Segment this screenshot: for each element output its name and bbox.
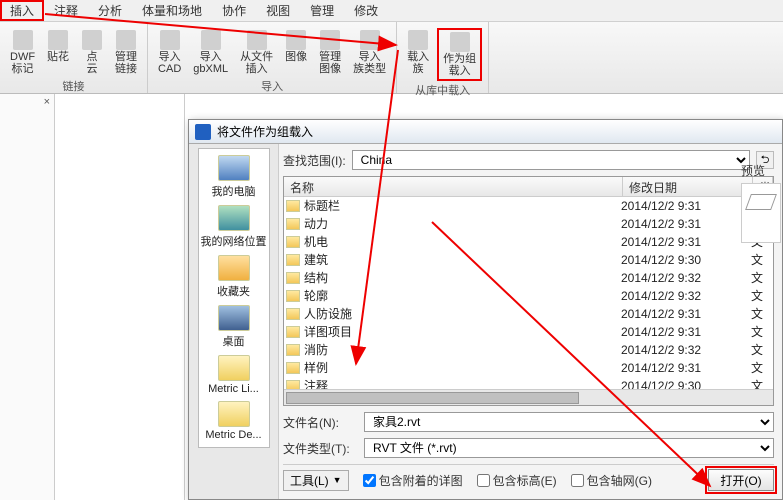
folder-icon <box>286 344 300 356</box>
ribbon-icon <box>286 30 306 50</box>
properties-panel: × <box>0 94 55 500</box>
chk-levels[interactable]: 包含标高(E) <box>477 472 557 489</box>
col-date[interactable]: 修改日期 <box>623 177 753 196</box>
place-item[interactable]: Metric De... <box>199 399 269 443</box>
filetype-label: 文件类型(T): <box>283 440 358 457</box>
folder-row[interactable]: 消防2014/12/2 9:32文 <box>284 341 773 359</box>
place-item[interactable]: 我的网络位置 <box>199 203 269 251</box>
folder-row[interactable]: 建筑2014/12/2 9:30文 <box>284 251 773 269</box>
ribbon-btn[interactable]: 导入 族类型 <box>349 28 390 77</box>
places-bar: 我的电脑我的网络位置收藏夹桌面Metric Li...Metric De... <box>189 144 279 499</box>
menu-视图[interactable]: 视图 <box>256 0 300 21</box>
folder-icon <box>286 380 300 390</box>
folder-row[interactable]: 轮廓2014/12/2 9:32文 <box>284 287 773 305</box>
folder-icon <box>286 272 300 284</box>
ribbon-icon <box>13 30 33 50</box>
folder-icon <box>286 200 300 212</box>
dialog-titlebar: 将文件作为组载入 <box>189 120 782 144</box>
ribbon-icon <box>116 30 136 50</box>
menu-插入[interactable]: 插入 <box>0 0 44 21</box>
folder-icon <box>286 218 300 230</box>
file-list-header[interactable]: 名称 修改日期 类 <box>284 177 773 197</box>
load-as-group-dialog: 将文件作为组载入 我的电脑我的网络位置收藏夹桌面Metric Li...Metr… <box>188 119 783 500</box>
ribbon-btn[interactable]: DWF 标记 <box>6 28 39 77</box>
ribbon-btn[interactable]: 图像 <box>281 28 311 65</box>
ribbon-btn[interactable]: 作为组 载入 <box>437 28 482 81</box>
place-item[interactable]: 我的电脑 <box>199 153 269 201</box>
horiz-scrollbar[interactable] <box>284 389 773 405</box>
folder-row[interactable]: 人防设施2014/12/2 9:31文 <box>284 305 773 323</box>
ribbon-btn[interactable]: 管理 链接 <box>111 28 141 77</box>
places-list[interactable]: 我的电脑我的网络位置收藏夹桌面Metric Li...Metric De... <box>198 148 270 448</box>
ribbon-icon <box>360 30 380 50</box>
ribbon-btn[interactable]: 导入 CAD <box>154 28 185 77</box>
ribbon-icon <box>82 30 102 50</box>
close-icon[interactable]: × <box>44 96 50 108</box>
file-list: 名称 修改日期 类 标题栏2014/12/2 9:31文动力2014/12/2 … <box>283 176 774 406</box>
ribbon-btn[interactable]: 贴花 <box>43 28 73 65</box>
ribbon-btn[interactable]: 管理 图像 <box>315 28 345 77</box>
ribbon-icon <box>160 30 180 50</box>
chk-grids[interactable]: 包含轴网(G) <box>571 472 652 489</box>
ribbon: DWF 标记贴花点 云管理 链接链接导入 CAD导入 gbXML从文件 插入图像… <box>0 22 783 94</box>
folder-icon <box>286 326 300 338</box>
ribbon-icon <box>408 30 428 50</box>
menu-分析[interactable]: 分析 <box>88 0 132 21</box>
folder-icon <box>286 362 300 374</box>
ribbon-btn[interactable]: 载入 族 <box>403 28 433 77</box>
tools-menu[interactable]: 工具(L)▼ <box>283 470 349 491</box>
place-item[interactable]: Metric Li... <box>199 353 269 397</box>
place-item[interactable]: 桌面 <box>199 303 269 351</box>
folder-row[interactable]: 样例2014/12/2 9:31文 <box>284 359 773 377</box>
folder-icon <box>286 236 300 248</box>
menu-管理[interactable]: 管理 <box>300 0 344 21</box>
folder-icon <box>286 254 300 266</box>
folder-row[interactable]: 动力2014/12/2 9:31文 <box>284 215 773 233</box>
filename-label: 文件名(N): <box>283 414 358 431</box>
ribbon-icon <box>247 30 267 50</box>
place-item[interactable]: 收藏夹 <box>199 253 269 301</box>
menu-协作[interactable]: 协作 <box>212 0 256 21</box>
open-button[interactable]: 打开(O) <box>708 469 774 491</box>
ribbon-icon <box>201 30 221 50</box>
canvas <box>55 94 185 500</box>
ribbon-btn[interactable]: 从文件 插入 <box>236 28 277 77</box>
folder-icon <box>286 308 300 320</box>
file-list-body[interactable]: 标题栏2014/12/2 9:31文动力2014/12/2 9:31文机电201… <box>284 197 773 389</box>
lookin-label: 查找范围(I): <box>283 152 346 169</box>
app-icon <box>195 124 211 140</box>
col-name[interactable]: 名称 <box>284 177 623 196</box>
menu-体量和场地[interactable]: 体量和场地 <box>132 0 212 21</box>
folder-row[interactable]: 结构2014/12/2 9:32文 <box>284 269 773 287</box>
dialog-title: 将文件作为组载入 <box>217 123 313 140</box>
filename-input[interactable]: 家具2.rvt <box>364 412 774 432</box>
menubar: 插入注释分析体量和场地协作视图管理修改 <box>0 0 783 22</box>
folder-row[interactable]: 标题栏2014/12/2 9:31文 <box>284 197 773 215</box>
folder-row[interactable]: 注释2014/12/2 9:30文 <box>284 377 773 389</box>
ribbon-btn[interactable]: 导入 gbXML <box>189 28 232 77</box>
preview-image <box>741 183 781 243</box>
filetype-select[interactable]: RVT 文件 (*.rvt) <box>364 438 774 458</box>
folder-icon <box>286 290 300 302</box>
folder-row[interactable]: 机电2014/12/2 9:31文 <box>284 233 773 251</box>
ribbon-icon <box>450 32 470 52</box>
folder-row[interactable]: 详图项目2014/12/2 9:31文 <box>284 323 773 341</box>
menu-注释[interactable]: 注释 <box>44 0 88 21</box>
ribbon-btn[interactable]: 点 云 <box>77 28 107 77</box>
ribbon-icon <box>48 30 68 50</box>
lookin-select[interactable]: China <box>352 150 750 170</box>
chk-attached-details[interactable]: 包含附着的详图 <box>363 472 463 489</box>
preview-pane: 预览 <box>739 160 783 245</box>
menu-修改[interactable]: 修改 <box>344 0 388 21</box>
ribbon-icon <box>320 30 340 50</box>
